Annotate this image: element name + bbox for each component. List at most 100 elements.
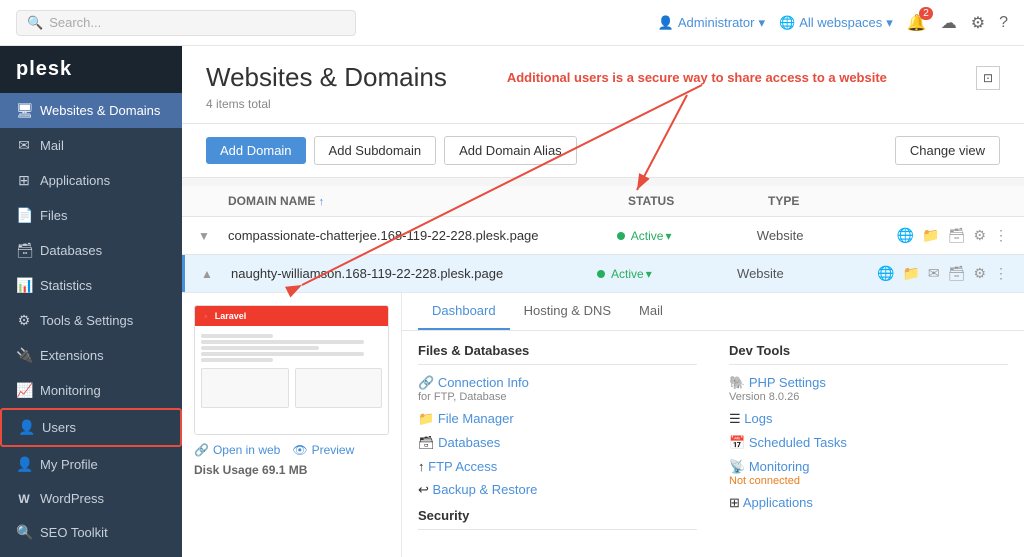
monitoring-link[interactable]: Monitoring <box>749 459 810 474</box>
settings-row-icon[interactable]: ⚙ <box>973 227 986 244</box>
domain-name-cell: compassionate-chatterjee.168-119-22-228.… <box>228 228 617 243</box>
users-icon: 👤 <box>18 419 34 436</box>
ftp-access-link[interactable]: FTP Access <box>428 459 497 474</box>
tab-mail[interactable]: Mail <box>625 293 677 330</box>
preview-links: 🔗 Open in web 👁 Preview <box>194 443 389 457</box>
external-link-icon: 🔗 <box>194 443 209 457</box>
type-cell: Website <box>757 228 897 243</box>
sidebar-item-my-profile[interactable]: 👤 My Profile <box>0 447 182 482</box>
backup-restore-link[interactable]: Backup & Restore <box>433 482 538 497</box>
sidebar-item-tools-settings[interactable]: ⚙ Tools & Settings <box>0 303 182 338</box>
database-row-icon[interactable]: 🗃 <box>948 265 966 282</box>
items-total: 4 items total <box>206 97 447 111</box>
toolbar: Add Domain Add Subdomain Add Domain Alia… <box>182 124 1024 178</box>
database-icon: 🗃 <box>16 242 32 259</box>
sidebar-item-wordpress[interactable]: W WordPress <box>0 482 182 515</box>
cloud-icon[interactable]: ☁ <box>941 13 957 33</box>
connection-icon: 🔗 <box>418 375 434 390</box>
schedule-icon: 📅 <box>729 435 745 450</box>
files-databases-title: Files & Databases <box>418 343 697 365</box>
domain-preview: 🔺 Laravel <box>182 293 402 557</box>
sidebar-item-monitoring[interactable]: 📈 Monitoring <box>0 373 182 408</box>
add-subdomain-button[interactable]: Add Subdomain <box>314 136 437 165</box>
globe-row-icon[interactable]: 🌐 <box>877 265 894 282</box>
wordpress-icon: W <box>16 492 32 506</box>
security-title: Security <box>418 508 697 530</box>
add-domain-alias-button[interactable]: Add Domain Alias <box>444 136 577 165</box>
topbar-right: 👤 Administrator ▾ 🌐 All webspaces ▾ 🔔 2 … <box>658 13 1008 33</box>
sidebar-item-users[interactable]: 👤 Users <box>0 408 182 447</box>
scheduled-tasks-item: 📅 Scheduled Tasks <box>729 435 1008 451</box>
monitoring-icon: 📡 <box>729 459 745 474</box>
globe-row-icon[interactable]: 🌐 <box>897 227 914 244</box>
row-action-icons: 🌐 📁 🗃 ⚙ ⋮ <box>897 227 1008 244</box>
sidebar-label: Statistics <box>40 278 92 293</box>
php-icon: 🐘 <box>729 375 745 390</box>
sidebar-item-files[interactable]: 📄 Files <box>0 198 182 233</box>
sidebar-label: Users <box>42 420 76 435</box>
databases-link[interactable]: Databases <box>438 435 500 450</box>
sidebar-label: Monitoring <box>40 383 101 398</box>
search-bar[interactable]: 🔍 Search... <box>16 10 356 36</box>
status-badge: Active ▾ <box>597 267 737 281</box>
more-row-icon[interactable]: ⋮ <box>994 227 1008 244</box>
domain-row-header-expanded[interactable]: ▲ naughty-williamson.168-119-22-228.ples… <box>182 255 1024 292</box>
search-icon: 🔍 <box>27 15 43 31</box>
user-icon: 👤 <box>658 15 674 31</box>
preview-icon: 👁 <box>292 443 307 457</box>
sidebar: plesk 🖥 Websites & Domains ✉ Mail ⊞ Appl… <box>0 46 182 557</box>
sidebar-item-seo-toolkit[interactable]: 🔍 SEO Toolkit <box>0 515 182 550</box>
folder-row-icon[interactable]: 📁 <box>902 265 919 282</box>
applications-link[interactable]: Applications <box>743 495 813 510</box>
detail-body: Files & Databases 🔗 Connection Info for … <box>402 331 1024 552</box>
chevron-down-icon: ▾ <box>758 15 765 31</box>
tab-dashboard[interactable]: Dashboard <box>418 293 510 330</box>
scheduled-tasks-link[interactable]: Scheduled Tasks <box>749 435 847 450</box>
database-row-icon[interactable]: 🗃 <box>948 227 966 244</box>
sidebar-item-statistics[interactable]: 📊 Statistics <box>0 268 182 303</box>
domain-row-header[interactable]: ▼ compassionate-chatterjee.168-119-22-22… <box>182 217 1024 254</box>
tab-hosting-dns[interactable]: Hosting & DNS <box>510 293 625 330</box>
domain-name-col[interactable]: Domain name ↑ <box>228 194 628 208</box>
logs-item: ☰ Logs <box>729 411 1008 427</box>
sidebar-item-mail[interactable]: ✉ Mail <box>0 128 182 163</box>
search-placeholder: Search... <box>49 15 101 30</box>
chevron-down-icon: ▾ <box>665 229 671 243</box>
files-databases-section: Files & Databases 🔗 Connection Info for … <box>418 343 697 540</box>
more-row-icon[interactable]: ⋮ <box>994 265 1008 282</box>
settings-row-icon[interactable]: ⚙ <box>973 265 986 282</box>
php-version: Version 8.0.26 <box>729 391 1008 403</box>
change-view-button[interactable]: Change view <box>895 136 1000 165</box>
file-manager-link[interactable]: File Manager <box>438 411 514 426</box>
expand-button[interactable]: ⊡ <box>976 70 1000 85</box>
sidebar-item-websites-domains[interactable]: 🖥 Websites & Domains <box>0 93 182 128</box>
ftp-icon: ↑ <box>418 459 425 474</box>
table-header: Domain name ↑ Status Type <box>182 186 1024 217</box>
open-in-web-link[interactable]: 🔗 Open in web <box>194 443 280 457</box>
table-row: ▼ compassionate-chatterjee.168-119-22-22… <box>182 217 1024 255</box>
user-menu[interactable]: 👤 Administrator ▾ <box>658 15 765 31</box>
sidebar-item-databases[interactable]: 🗃 Databases <box>0 233 182 268</box>
db-icon: 🗃 <box>418 435 435 450</box>
sidebar-label: Databases <box>40 243 102 258</box>
connection-info-link[interactable]: Connection Info <box>438 375 529 390</box>
status-dot <box>617 232 625 240</box>
sidebar-label: My Profile <box>40 457 98 472</box>
main-content: Websites & Domains 4 items total Additio… <box>182 46 1024 557</box>
add-domain-button[interactable]: Add Domain <box>206 137 306 164</box>
website-preview: 🔺 Laravel <box>194 305 389 435</box>
notifications-button[interactable]: 🔔 2 <box>907 13 927 33</box>
type-cell: Website <box>737 266 877 281</box>
php-settings-link[interactable]: PHP Settings <box>749 375 826 390</box>
folder-row-icon[interactable]: 📁 <box>922 227 939 244</box>
workspace-selector[interactable]: 🌐 All webspaces ▾ <box>779 15 893 31</box>
mail-row-icon[interactable]: ✉ <box>928 265 940 282</box>
sidebar-item-laravel[interactable]: L Laravel <box>0 550 182 557</box>
extensions-icon[interactable]: ⚙ <box>971 13 985 33</box>
sidebar-item-applications[interactable]: ⊞ Applications <box>0 163 182 198</box>
sidebar-item-extensions[interactable]: 🔌 Extensions <box>0 338 182 373</box>
logs-link[interactable]: Logs <box>744 411 772 426</box>
annotation-text: Additional users is a secure way to shar… <box>507 70 887 85</box>
help-icon[interactable]: ? <box>999 14 1008 32</box>
preview-link[interactable]: 👁 Preview <box>292 443 354 457</box>
